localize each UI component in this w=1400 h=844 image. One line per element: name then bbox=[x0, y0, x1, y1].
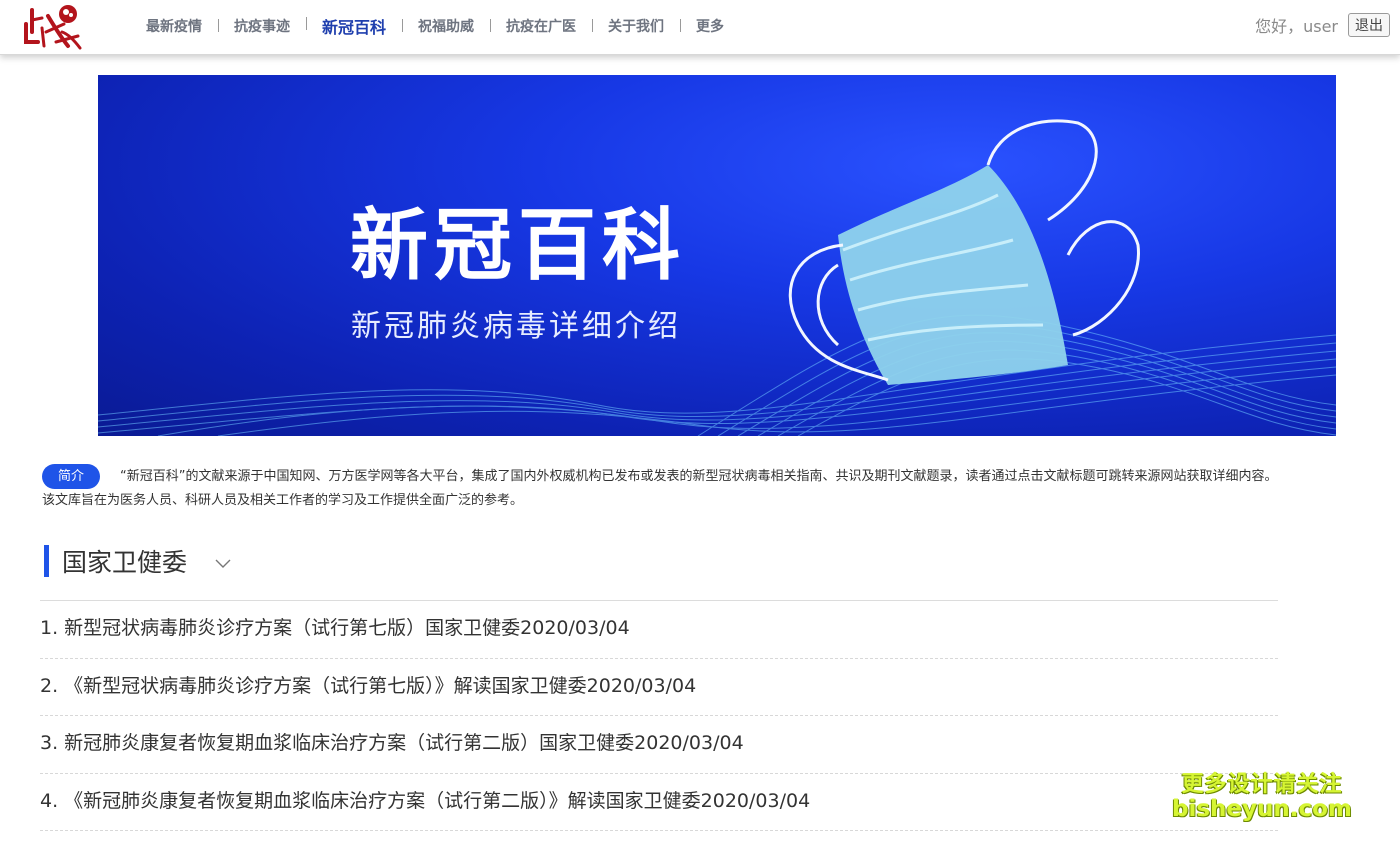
nav-item-latest[interactable]: 最新疫情 bbox=[130, 16, 218, 36]
user-area: 您好，user 退出 bbox=[1255, 13, 1390, 37]
document-list: 1. 新型冠状病毒肺炎诊疗方案（试行第七版）国家卫健委2020/03/04 2.… bbox=[40, 601, 1278, 831]
user-greeting: 您好，user bbox=[1255, 17, 1338, 36]
list-item[interactable]: 1. 新型冠状病毒肺炎诊疗方案（试行第七版）国家卫健委2020/03/04 bbox=[40, 601, 1278, 659]
nav-item-about[interactable]: 关于我们 bbox=[592, 16, 680, 36]
logo-icon[interactable] bbox=[20, 2, 86, 52]
intro-paragraph: 简介 “新冠百科”的文献来源于中国知网、万方医学网等各大平台，集成了国内外权威机构… bbox=[42, 464, 1282, 512]
section-heading[interactable]: 国家卫健委 bbox=[44, 545, 231, 577]
intro-text: “新冠百科”的文献来源于中国知网、万方医学网等各大平台，集成了国内外权威机构已发… bbox=[42, 469, 1278, 508]
banner-artwork bbox=[98, 119, 1336, 436]
section-title: 国家卫健委 bbox=[62, 548, 188, 577]
list-item[interactable]: 4. 《新冠肺炎康复者恢复期血浆临床治疗方案（试行第二版）》解读国家卫健委202… bbox=[40, 774, 1278, 831]
nav-item-guangyi[interactable]: 抗疫在广医 bbox=[490, 16, 592, 36]
list-item[interactable]: 3. 新冠肺炎康复者恢复期血浆临床治疗方案（试行第二版）国家卫健委2020/03… bbox=[40, 716, 1278, 774]
main-nav: 最新疫情 抗疫事迹 新冠百科 祝福助威 抗疫在广医 关于我们 更多 bbox=[130, 0, 740, 52]
banner-subtitle: 新冠肺炎病毒详细介绍 bbox=[351, 309, 681, 344]
nav-item-more[interactable]: 更多 bbox=[680, 16, 740, 36]
banner-title: 新冠百科 bbox=[350, 201, 687, 291]
nav-item-blessings[interactable]: 祝福助威 bbox=[402, 16, 490, 36]
hero-banner: 新冠百科 新冠肺炎病毒详细介绍 bbox=[98, 75, 1336, 436]
nav-item-stories[interactable]: 抗疫事迹 bbox=[218, 16, 306, 36]
list-item[interactable]: 2. 《新型冠状病毒肺炎诊疗方案（试行第七版）》解读国家卫健委2020/03/0… bbox=[40, 659, 1278, 716]
chevron-down-icon[interactable] bbox=[215, 559, 231, 569]
watermark-line1: 更多设计请关注 bbox=[1181, 772, 1343, 797]
section-accent-bar bbox=[44, 545, 49, 577]
watermark-line2: bisheyun.com bbox=[1172, 796, 1352, 822]
mask-icon bbox=[788, 119, 1140, 385]
top-header: 战疫 最新疫情 抗疫事迹 新冠百科 祝福助威 抗疫在广医 关于我们 更多 您好，… bbox=[0, 0, 1400, 55]
watermark: 更多设计请关注 bisheyun.com bbox=[1172, 766, 1352, 822]
intro-badge: 简介 bbox=[42, 464, 101, 489]
nav-item-encyclopedia[interactable]: 新冠百科 bbox=[306, 14, 402, 38]
logout-button[interactable]: 退出 bbox=[1348, 13, 1390, 37]
wave-lines bbox=[98, 314, 1336, 436]
